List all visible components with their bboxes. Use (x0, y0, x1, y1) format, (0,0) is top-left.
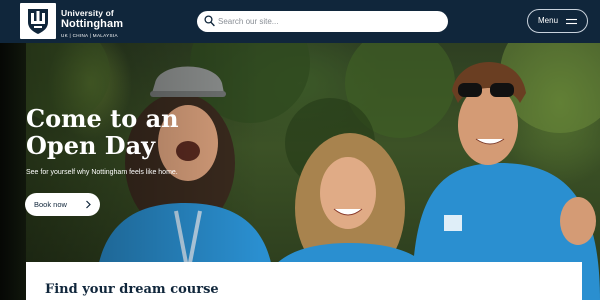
book-now-button[interactable]: Book now (25, 193, 100, 216)
logo-line-1: University of (61, 8, 114, 18)
search-bar[interactable] (197, 11, 448, 32)
hamburger-icon (566, 18, 577, 25)
crest-icon (28, 9, 48, 34)
hero-title: Come to an Open Day (26, 104, 179, 160)
university-logo[interactable] (20, 3, 56, 39)
menu-button[interactable]: Menu (527, 9, 588, 33)
menu-label: Menu (538, 16, 559, 25)
course-search-card: Find your dream course (26, 262, 582, 300)
hero-subtitle: See for yourself why Nottingham feels li… (26, 169, 178, 176)
logo-line-2: Nottingham (61, 18, 124, 30)
chevron-right-icon (86, 200, 91, 209)
card-title: Find your dream course (45, 282, 219, 297)
logo-wordmark[interactable]: University of Nottingham UK | CHINA | MA… (61, 8, 123, 40)
search-icon (204, 15, 215, 27)
site-header: University of Nottingham UK | CHINA | MA… (0, 0, 600, 43)
search-input[interactable] (218, 13, 438, 30)
logo-campuses: UK | CHINA | MALAYSIA (61, 33, 118, 38)
book-now-label: Book now (34, 200, 67, 209)
